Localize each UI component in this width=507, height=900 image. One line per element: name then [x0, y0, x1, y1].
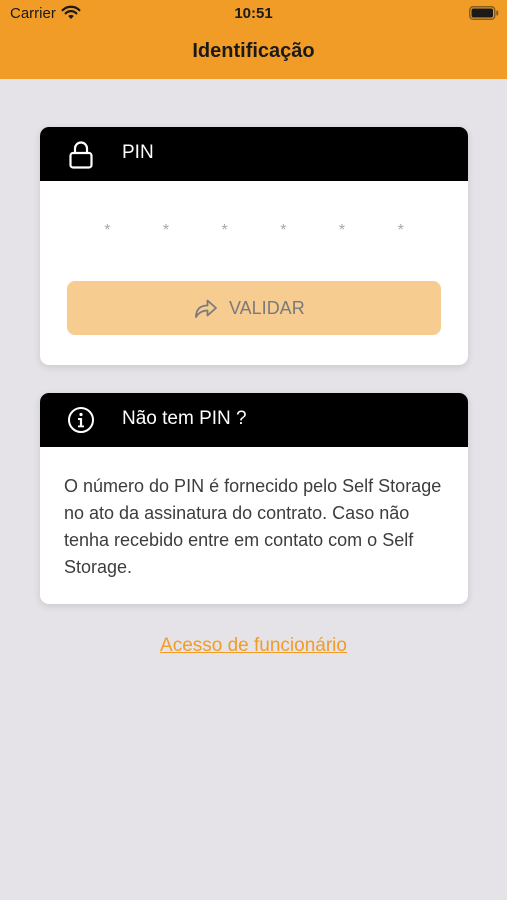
info-card-header: Não tem PIN ? [40, 393, 468, 447]
info-card-body: O número do PIN é fornecido pelo Self St… [64, 476, 442, 577]
info-card-title: Não tem PIN ? [122, 408, 247, 429]
lock-icon [66, 139, 96, 169]
share-arrow-icon [194, 297, 218, 319]
validate-button[interactable]: VALIDAR [67, 281, 441, 335]
status-time: 10:51 [234, 5, 273, 22]
page-title: Identificação [192, 40, 315, 62]
pin-card: PIN * * * * * * VALIDAR [40, 127, 468, 365]
battery-icon [469, 6, 499, 25]
info-icon [66, 405, 96, 435]
validate-button-label: VALIDAR [229, 298, 305, 318]
top-bar: Carrier 10:51 Identificação [0, 0, 507, 79]
pin-card-header: PIN [40, 127, 468, 181]
status-bar: Carrier 10:51 [0, 0, 507, 28]
pin-input[interactable]: * * * * * * [40, 222, 468, 240]
info-card: Não tem PIN ? O número do PIN é fornecid… [40, 393, 468, 604]
pin-card-title: PIN [122, 142, 154, 163]
employee-access-link[interactable]: Acesso de funcionário [0, 635, 507, 657]
